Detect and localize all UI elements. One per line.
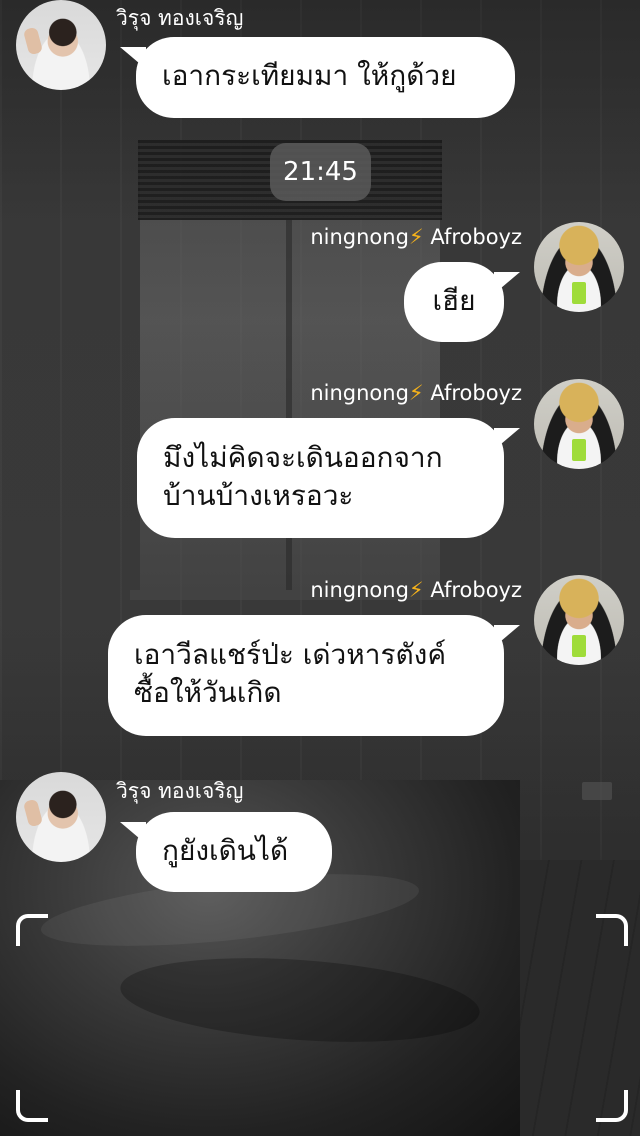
- sender-name-prefix: ningnong: [310, 578, 409, 602]
- chat-bubble[interactable]: กูยังเดินได้: [120, 812, 332, 892]
- timestamp-pill: 21:45: [270, 143, 371, 201]
- message-text: เฮีย: [432, 284, 476, 317]
- sender-name: ningnong⚡ Afroboyz: [310, 381, 522, 405]
- lightning-bolt-icon: ⚡: [408, 578, 424, 602]
- sender-name-prefix: ningnong: [310, 381, 409, 405]
- chat-bubble[interactable]: เฮีย: [404, 262, 520, 342]
- chat-bubble[interactable]: เอากระเทียมมา ให้กูด้วย: [120, 37, 515, 118]
- avatar-right-user[interactable]: [534, 222, 624, 312]
- frame-corner-icon: [16, 1090, 48, 1122]
- sender-name-suffix: Afroboyz: [423, 381, 522, 405]
- frame-corner-icon: [596, 914, 628, 946]
- message-line: บ้านบ้างเหรอวะ: [163, 479, 354, 512]
- message-line: เอาวีลแชร์ป่ะ เด่วหารตังค์: [134, 638, 447, 671]
- sender-name: ningnong⚡ Afroboyz: [310, 225, 522, 249]
- frame-corner-icon: [596, 1090, 628, 1122]
- sender-name: ningnong⚡ Afroboyz: [310, 578, 522, 602]
- sender-name-prefix: ningnong: [310, 225, 409, 249]
- avatar-right-user[interactable]: [534, 575, 624, 665]
- timestamp-text: 21:45: [283, 157, 358, 187]
- chat-bubble[interactable]: มึงไม่คิดจะเดินออกจาก บ้านบ้างเหรอวะ: [137, 418, 520, 538]
- sender-name-suffix: Afroboyz: [423, 225, 522, 249]
- message-text: กูยังเดินได้: [162, 834, 289, 867]
- background-outlet: [582, 782, 612, 800]
- avatar-left-user[interactable]: [16, 772, 106, 862]
- avatar-left-user[interactable]: [16, 0, 106, 90]
- chat-bubble[interactable]: เอาวีลแชร์ป่ะ เด่วหารตังค์ ซื้อให้วันเกิ…: [108, 615, 520, 736]
- avatar-right-user[interactable]: [534, 379, 624, 469]
- frame-corner-icon: [16, 914, 48, 946]
- message-line: มึงไม่คิดจะเดินออกจาก: [163, 441, 443, 474]
- lightning-bolt-icon: ⚡: [408, 381, 424, 405]
- message-line: ซื้อให้วันเกิด: [134, 676, 282, 709]
- message-text: เอากระเทียมมา ให้กูด้วย: [162, 59, 457, 92]
- sender-name: วิรุจ ทองเจริญ: [116, 779, 244, 803]
- sender-name: วิรุจ ทองเจริญ: [116, 6, 244, 30]
- lightning-bolt-icon: ⚡: [408, 225, 424, 249]
- sender-name-suffix: Afroboyz: [423, 578, 522, 602]
